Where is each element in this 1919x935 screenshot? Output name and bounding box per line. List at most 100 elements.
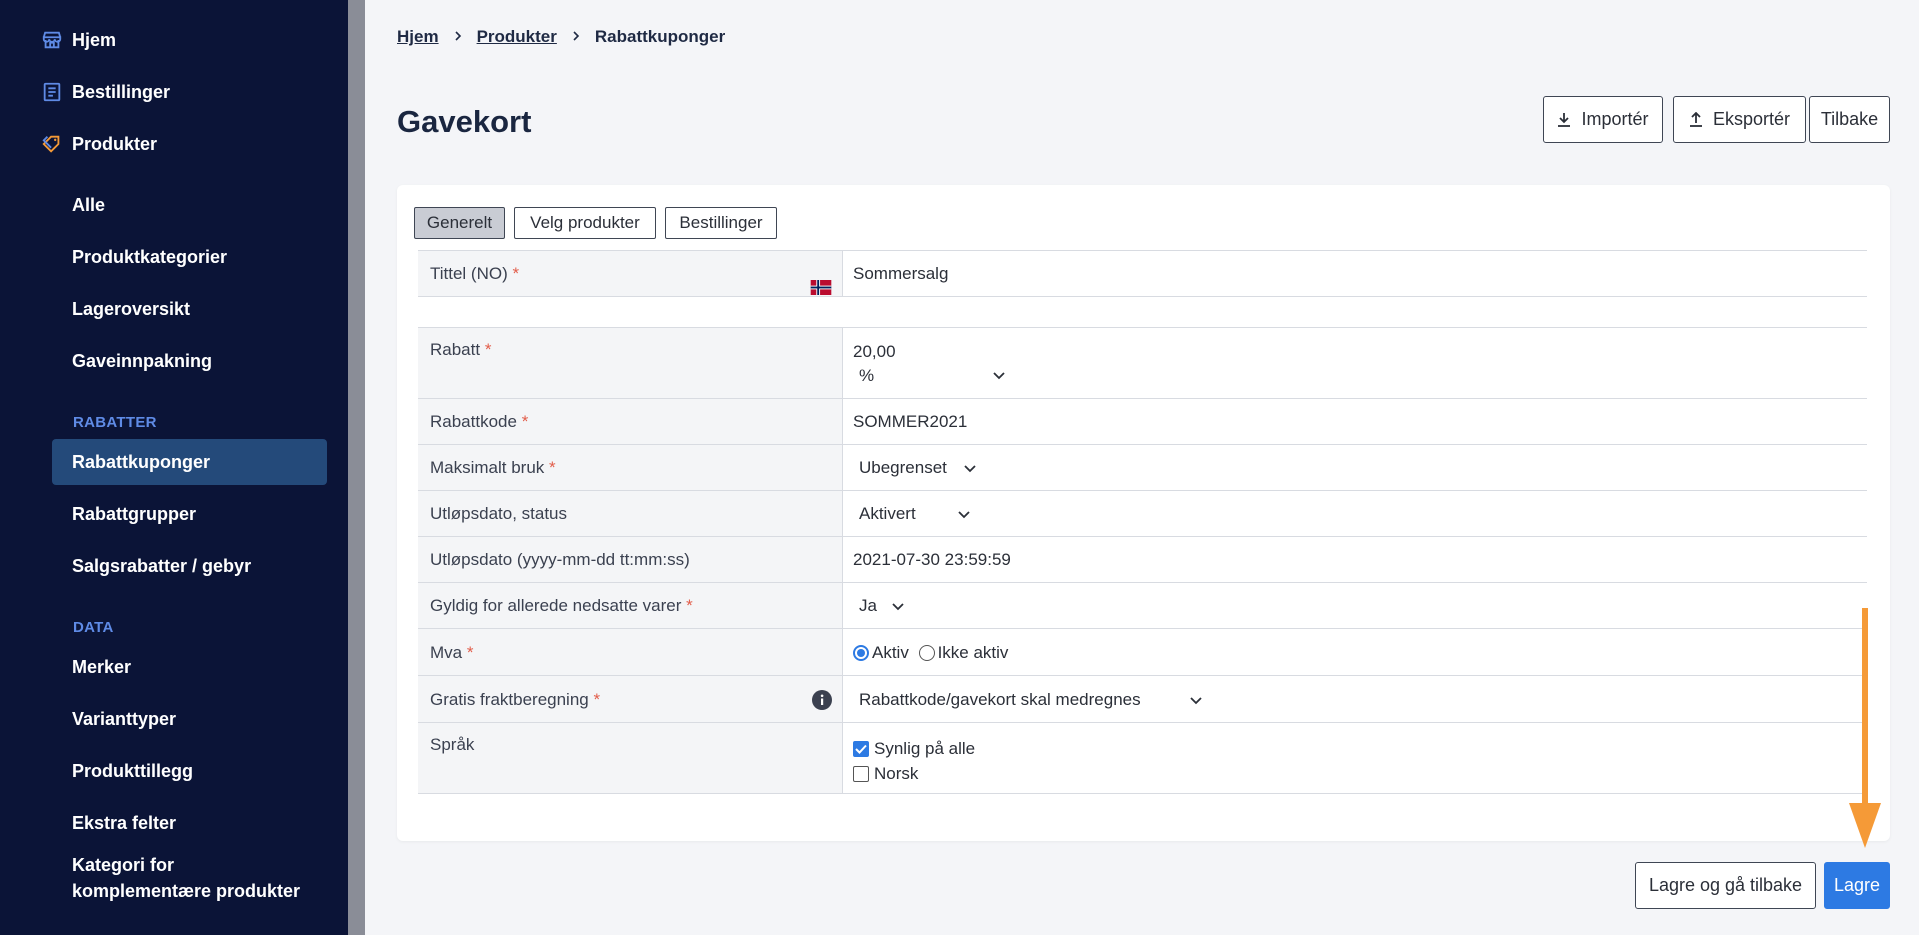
- discount-field: 20,00 %: [843, 328, 1867, 398]
- checkmark-icon: [855, 744, 867, 754]
- form-label: Maksimalt bruk *: [418, 445, 843, 490]
- vat-option-label: Aktiv: [872, 643, 909, 662]
- language-all-label: Synlig på alle: [874, 739, 976, 758]
- sidebar-item-discount-coupons[interactable]: Rabattkuponger: [72, 452, 210, 473]
- sidebar-item-variant-types[interactable]: Varianttyper: [72, 709, 176, 730]
- info-icon[interactable]: [812, 690, 832, 710]
- download-icon: [1558, 112, 1571, 127]
- import-button[interactable]: Importér: [1543, 96, 1663, 143]
- form-row-code: Rabattkode * SOMMER2021: [418, 398, 1867, 444]
- title-input[interactable]: Sommersalg: [843, 251, 1867, 296]
- language-norwegian-label: Norsk: [874, 764, 919, 783]
- sidebar-scrollbar[interactable]: [348, 0, 365, 935]
- tab-select-products[interactable]: Velg produkter: [514, 207, 656, 239]
- tab-general[interactable]: Generelt: [414, 207, 505, 239]
- export-button-label: Eksportér: [1712, 109, 1791, 129]
- vat-radio-active[interactable]: Aktiv: [853, 629, 909, 676]
- code-label: Rabattkode: [430, 412, 517, 431]
- expiry-status-label: Utløpsdato, status: [430, 504, 568, 523]
- form-label: Rabatt *: [418, 328, 843, 398]
- form-row-language: Språk Synlig på alle Norsk: [418, 722, 1867, 794]
- save-button[interactable]: Lagre: [1824, 862, 1890, 909]
- main-content: Hjem Produkter Rabattkuponger Gavekort I…: [365, 0, 1919, 935]
- expiry-status-select[interactable]: Aktivert: [843, 491, 1867, 536]
- required-mark: *: [593, 690, 601, 709]
- sidebar-section-discounts: RABATTER: [73, 414, 157, 431]
- back-button[interactable]: Tilbake: [1809, 96, 1890, 143]
- radio-dot: [853, 644, 869, 661]
- orders-icon: [40, 80, 64, 104]
- chevron-down-icon: [892, 603, 904, 611]
- store-icon: [40, 28, 64, 52]
- breadcrumb-home-link[interactable]: Hjem: [397, 27, 439, 47]
- form-label: Mva *: [418, 629, 843, 675]
- vat-option-label: Ikke aktiv: [937, 643, 1009, 662]
- required-mark: *: [466, 643, 474, 662]
- expiry-status-value: Aktivert: [859, 504, 916, 523]
- max-use-label: Maksimalt bruk: [430, 458, 545, 477]
- valid-discounted-value: Ja: [859, 596, 877, 615]
- sidebar: Hjem Bestillinger Produkter Alle Produkt…: [0, 0, 348, 935]
- chevron-down-icon: [963, 465, 976, 473]
- sidebar-section-data: DATA: [73, 619, 114, 636]
- vat-radio-group: Aktiv Ikke aktiv: [843, 629, 1867, 675]
- spacer: [418, 297, 1867, 327]
- form-label: Rabattkode *: [418, 399, 843, 444]
- sidebar-item-gift-wrapping[interactable]: Gaveinnpakning: [72, 351, 212, 372]
- form-label: Gyldig for allerede nedsatte varer *: [418, 583, 843, 628]
- vat-radio-inactive[interactable]: Ikke aktiv: [918, 629, 1009, 676]
- shipping-select[interactable]: Rabattkode/gavekort skal medregnes: [843, 676, 1867, 722]
- save-and-back-button[interactable]: Lagre og gå tilbake: [1635, 862, 1816, 909]
- norway-flag-icon: [810, 267, 832, 295]
- sidebar-item-products[interactable]: Produkter: [0, 131, 348, 157]
- sidebar-item-label: Kategori for: [72, 855, 175, 875]
- sidebar-item-stock-overview[interactable]: Lageroversikt: [72, 299, 190, 320]
- radio-dot: [918, 644, 935, 661]
- sidebar-item-product-addons[interactable]: Produkttillegg: [72, 761, 193, 782]
- required-mark: *: [484, 340, 492, 359]
- max-use-value: Ubegrenset: [859, 458, 947, 477]
- code-input[interactable]: SOMMER2021: [843, 399, 1867, 444]
- breadcrumb: Hjem Produkter Rabattkuponger: [397, 27, 725, 47]
- chevron-down-icon: [993, 372, 1005, 380]
- breadcrumb-products-link[interactable]: Produkter: [477, 27, 557, 47]
- sidebar-item-home[interactable]: Hjem: [0, 27, 348, 53]
- form-label: Gratis fraktberegning *: [418, 676, 843, 722]
- sidebar-item-discount-groups[interactable]: Rabattgrupper: [72, 504, 196, 525]
- sidebar-item-all[interactable]: Alle: [72, 195, 105, 216]
- sidebar-item-brands[interactable]: Merker: [72, 657, 131, 678]
- language-all-checkbox[interactable]: Synlig på alle: [853, 736, 1867, 761]
- form-row-valid-discounted: Gyldig for allerede nedsatte varer * Ja: [418, 582, 1867, 628]
- form-row-expiry-status: Utløpsdato, status Aktivert: [418, 490, 1867, 536]
- discount-unit-select[interactable]: %: [853, 364, 1005, 388]
- sidebar-item-sales-discounts[interactable]: Salgsrabatter / gebyr: [72, 556, 251, 577]
- form-row-expiry-date: Utløpsdato (yyyy-mm-dd tt:mm:ss) 2021-07…: [418, 536, 1867, 582]
- form-row-spacer: [418, 296, 1867, 327]
- form-row-title: Tittel (NO) * Sommersalg: [418, 250, 1867, 296]
- export-button[interactable]: Eksportér: [1673, 96, 1806, 143]
- shipping-value: Rabattkode/gavekort skal medregnes: [859, 690, 1141, 709]
- sidebar-item-product-categories[interactable]: Produktkategorier: [72, 247, 227, 268]
- checkbox-unchecked: [853, 765, 869, 782]
- annotation-arrow-icon: [1849, 608, 1881, 848]
- max-use-select[interactable]: Ubegrenset: [843, 445, 1867, 490]
- checkbox-checked: [853, 740, 869, 757]
- required-mark: *: [686, 596, 693, 615]
- discount-input[interactable]: 20,00: [853, 340, 1867, 364]
- form-label: Tittel (NO) *: [418, 251, 843, 296]
- breadcrumb-current: Rabattkuponger: [594, 27, 726, 46]
- required-mark: *: [512, 264, 520, 283]
- chevron-right-icon: [453, 29, 463, 46]
- form-card: Generelt Velg produkter Bestillinger Tit…: [397, 185, 1890, 841]
- sidebar-item-label: komplementære produkter: [72, 881, 301, 901]
- sidebar-item-orders[interactable]: Bestillinger: [0, 79, 348, 105]
- sidebar-item-complementary-category[interactable]: Kategori for komplementære produkter: [72, 852, 300, 904]
- valid-discounted-select[interactable]: Ja: [843, 583, 1867, 628]
- tab-orders[interactable]: Bestillinger: [665, 207, 777, 239]
- language-label: Språk: [430, 735, 475, 754]
- form-row-discount: Rabatt * 20,00 %: [418, 327, 1867, 398]
- language-norwegian-checkbox[interactable]: Norsk: [853, 761, 1867, 786]
- expiry-date-input[interactable]: 2021-07-30 23:59:59: [843, 537, 1867, 582]
- sidebar-item-extra-fields[interactable]: Ekstra felter: [72, 813, 176, 834]
- page-title: Gavekort: [397, 104, 532, 139]
